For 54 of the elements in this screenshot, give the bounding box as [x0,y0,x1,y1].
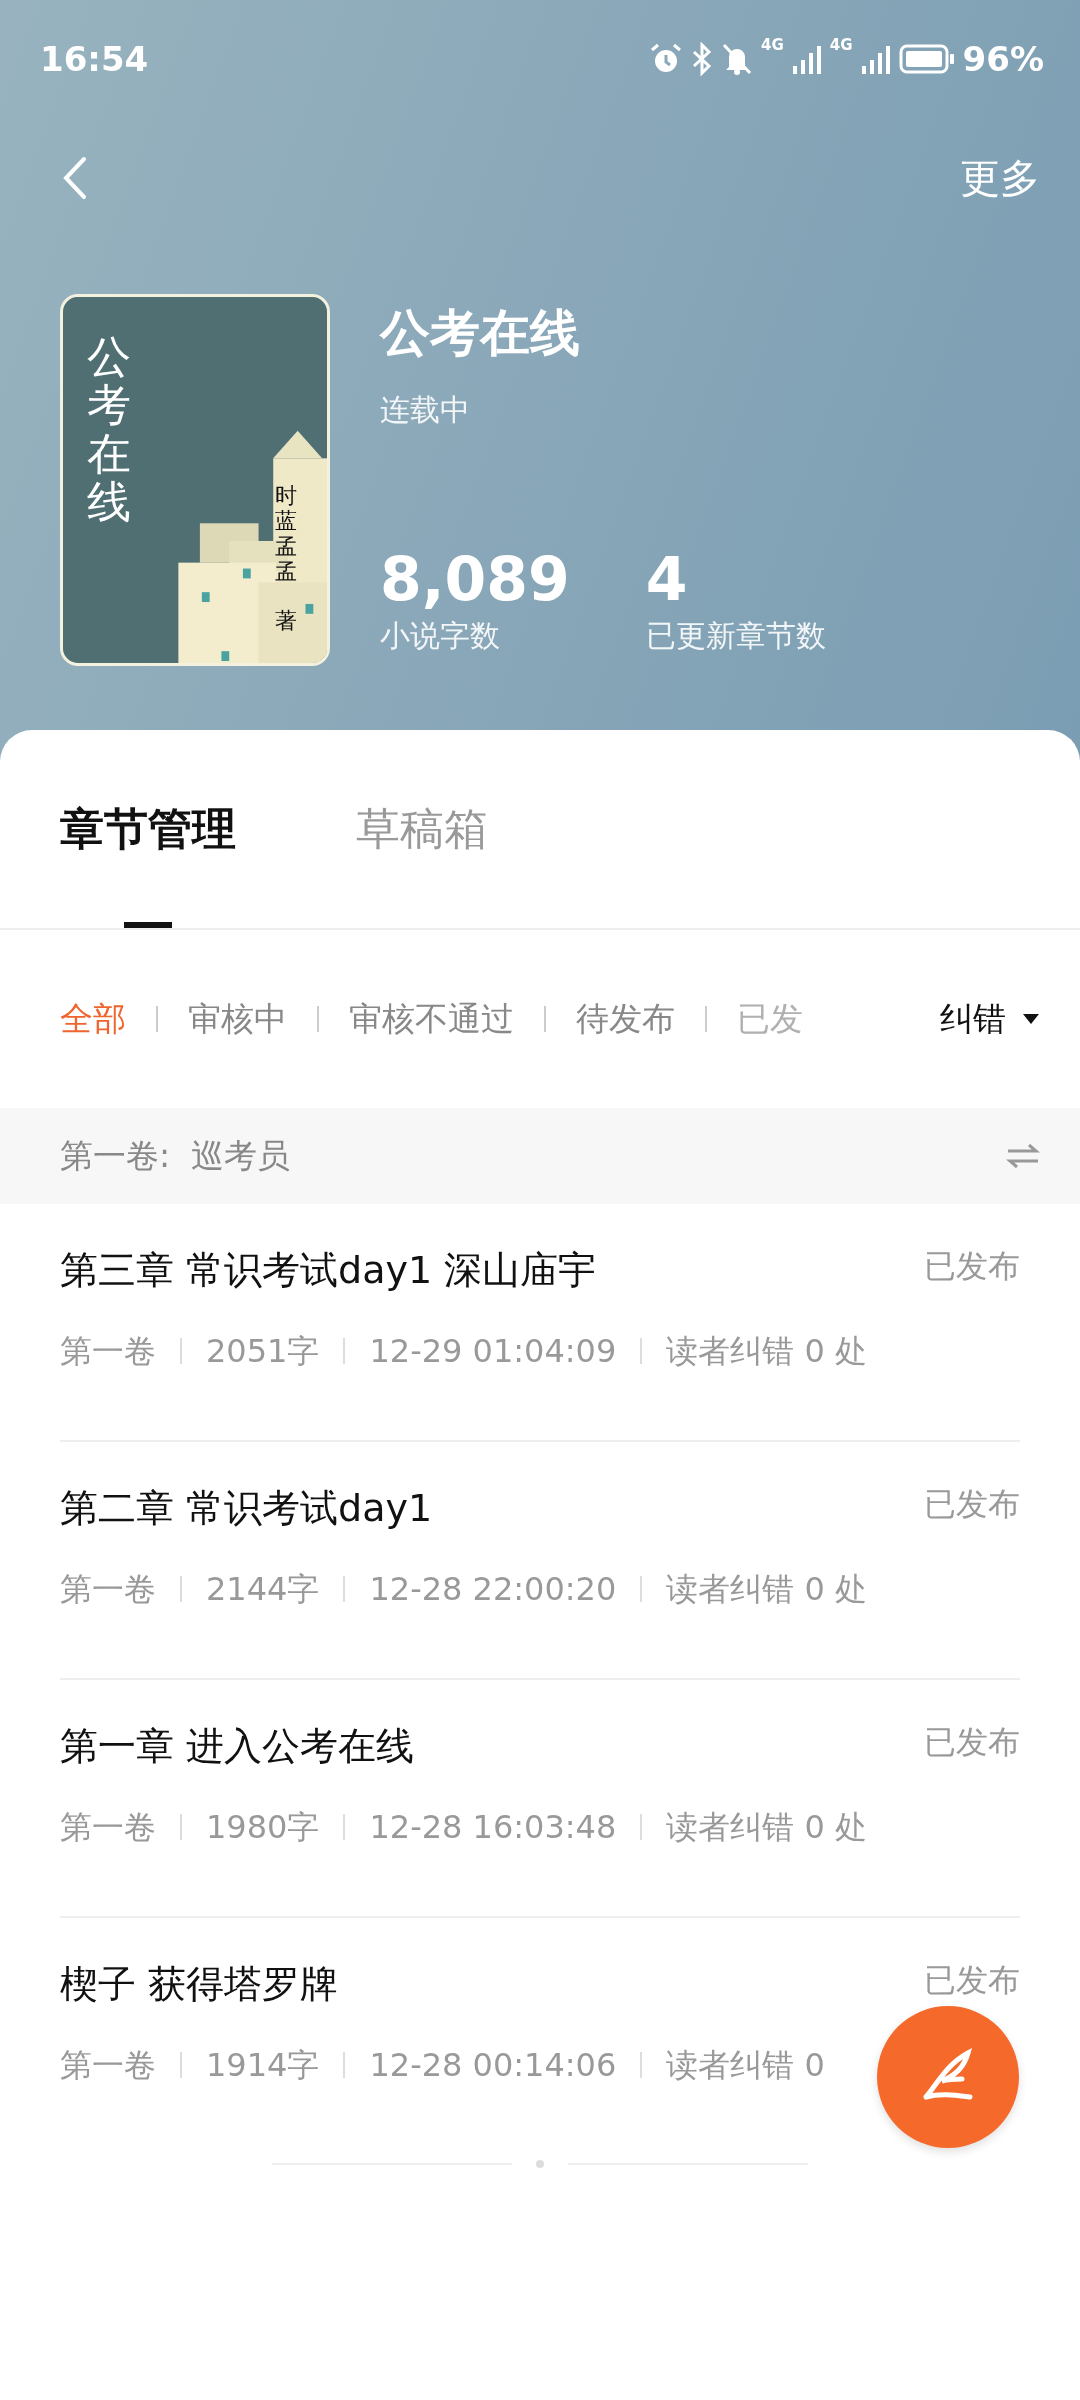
cover-author-suffix: 著 [275,609,297,634]
chapter-meta: 12-29 01:04:09 [369,1331,617,1372]
signal-icon [791,44,822,74]
chapter-meta: 读者纠错 0 处 [666,1807,867,1848]
chapter-meta: 读者纠错 0 处 [666,1331,867,1372]
cover-author: 时蓝孟孟 [275,483,297,585]
chapter-title: 楔子 获得塔罗牌 [60,1961,339,2008]
book-title: 公考在线 [380,303,581,364]
status-time: 16:54 [40,37,149,81]
chapter-title: 第三章 常识考试day1 深山庙宇 [60,1247,597,1294]
battery-icon [898,44,955,74]
chapter-status: 已发布 [924,1960,1020,2001]
chapter-meta: 读者纠错 0 [666,2045,825,2086]
swap-icon[interactable] [1006,1142,1040,1170]
chapter-status: 已发布 [924,1722,1020,1763]
signal-icon [860,44,891,74]
stat-label: 已更新章节数 [645,617,826,655]
sort-dropdown[interactable]: 纠错 [940,994,1040,1044]
serial-status: 连载中 [380,391,471,429]
chapter-status: 已发布 [924,1246,1020,1287]
chapter-meta: 2051字 [206,1331,320,1372]
chapter-meta: 第一卷 [60,2045,156,2086]
chapter-meta: 1914字 [206,2045,320,2086]
chapter-title: 第二章 常识考试day1 [60,1485,433,1532]
filter-tab[interactable]: 全部 [60,994,126,1044]
chapter-meta: 12-28 16:03:48 [369,1807,617,1848]
filter-tab[interactable]: 已发 [737,994,803,1044]
chapter-meta: 读者纠错 0 处 [666,1569,867,1610]
chapter-meta: 12-28 22:00:20 [369,1569,617,1610]
tab[interactable]: 章节管理 [60,730,236,928]
chapter-title: 第一章 进入公考在线 [60,1723,415,1770]
filter-tab[interactable]: 待发布 [576,994,675,1044]
mute-bell-icon [721,42,754,76]
chapter-meta: 第一卷 [60,1807,156,1848]
bluetooth-icon [691,42,714,76]
stat-value: 4 [645,549,689,609]
more-button[interactable]: 更多 [960,148,1040,208]
chapter-meta: 12-28 00:14:06 [369,2045,617,2086]
network-label: 4G [761,37,784,53]
filter-tab[interactable]: 审核中 [188,994,287,1044]
network-label: 4G [829,37,853,53]
stat-value: 8,089 [380,549,570,609]
battery-percent: 96% [962,37,1044,81]
chapter-meta: 第一卷 [60,1569,156,1610]
caret-icon [1022,1013,1040,1025]
chapter-meta: 2144字 [206,1569,320,1610]
cover-title: 公考在线 [87,333,131,527]
chapter-meta: 1980字 [206,1807,320,1848]
chapter-status: 已发布 [924,1484,1020,1525]
volume-title: 第一卷: 巡考员 [60,1135,291,1178]
chapter-meta: 第一卷 [60,1331,156,1372]
filter-tab[interactable]: 审核不通过 [349,994,514,1044]
tab[interactable]: 草稿箱 [356,730,488,928]
stat-label: 小说字数 [380,617,501,655]
